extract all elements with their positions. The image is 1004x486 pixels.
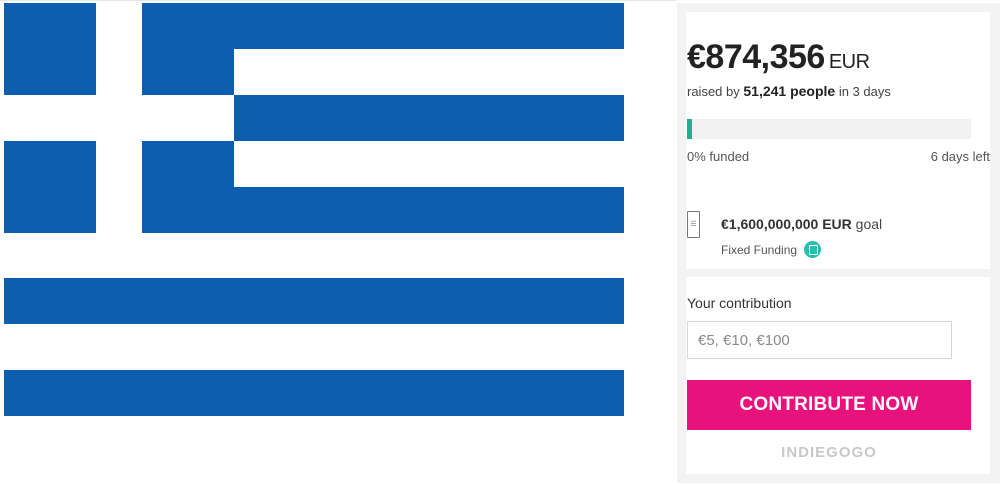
campaign-sidebar: €874,356 EUR raised by 51,241 people in 3… xyxy=(677,3,1000,483)
contribution-label: Your contribution xyxy=(687,295,792,311)
contribute-now-button[interactable]: CONTRIBUTE NOW xyxy=(687,380,971,430)
contribution-amount-input[interactable] xyxy=(687,321,952,359)
days-left: 6 days left xyxy=(930,149,990,164)
funding-type-label: Fixed Funding xyxy=(721,242,798,257)
goal-currency: EUR xyxy=(822,216,852,232)
raised-summary: raised by 51,241 people in 3 days xyxy=(687,83,891,99)
greek-flag-image xyxy=(4,3,624,416)
greek-flag-graphic xyxy=(4,3,624,416)
funding-type: Fixed Funding xyxy=(721,241,822,258)
raised-currency: EUR xyxy=(828,51,870,73)
goal-document-icon: ☰ xyxy=(687,211,700,238)
raised-amount: €874,356 EUR xyxy=(687,37,870,82)
goal-summary: €1,600,000,000 EUR goal xyxy=(721,216,882,232)
backers-count: 51,241 people xyxy=(743,83,836,99)
goal-amount: €1,600,000,000 xyxy=(721,216,819,232)
indiegogo-logo: INDIEGOGO xyxy=(781,444,877,461)
funding-info-icon[interactable] xyxy=(804,241,822,258)
goal-suffix: goal xyxy=(855,216,883,232)
raised-amount-value: €874,356 xyxy=(687,38,825,76)
funding-progress-fill xyxy=(687,119,693,139)
raised-by-prefix: raised by xyxy=(687,84,740,99)
funded-percent: 0% funded xyxy=(687,149,750,164)
funding-progress-bar xyxy=(687,119,971,139)
raised-duration: in 3 days xyxy=(838,84,891,99)
